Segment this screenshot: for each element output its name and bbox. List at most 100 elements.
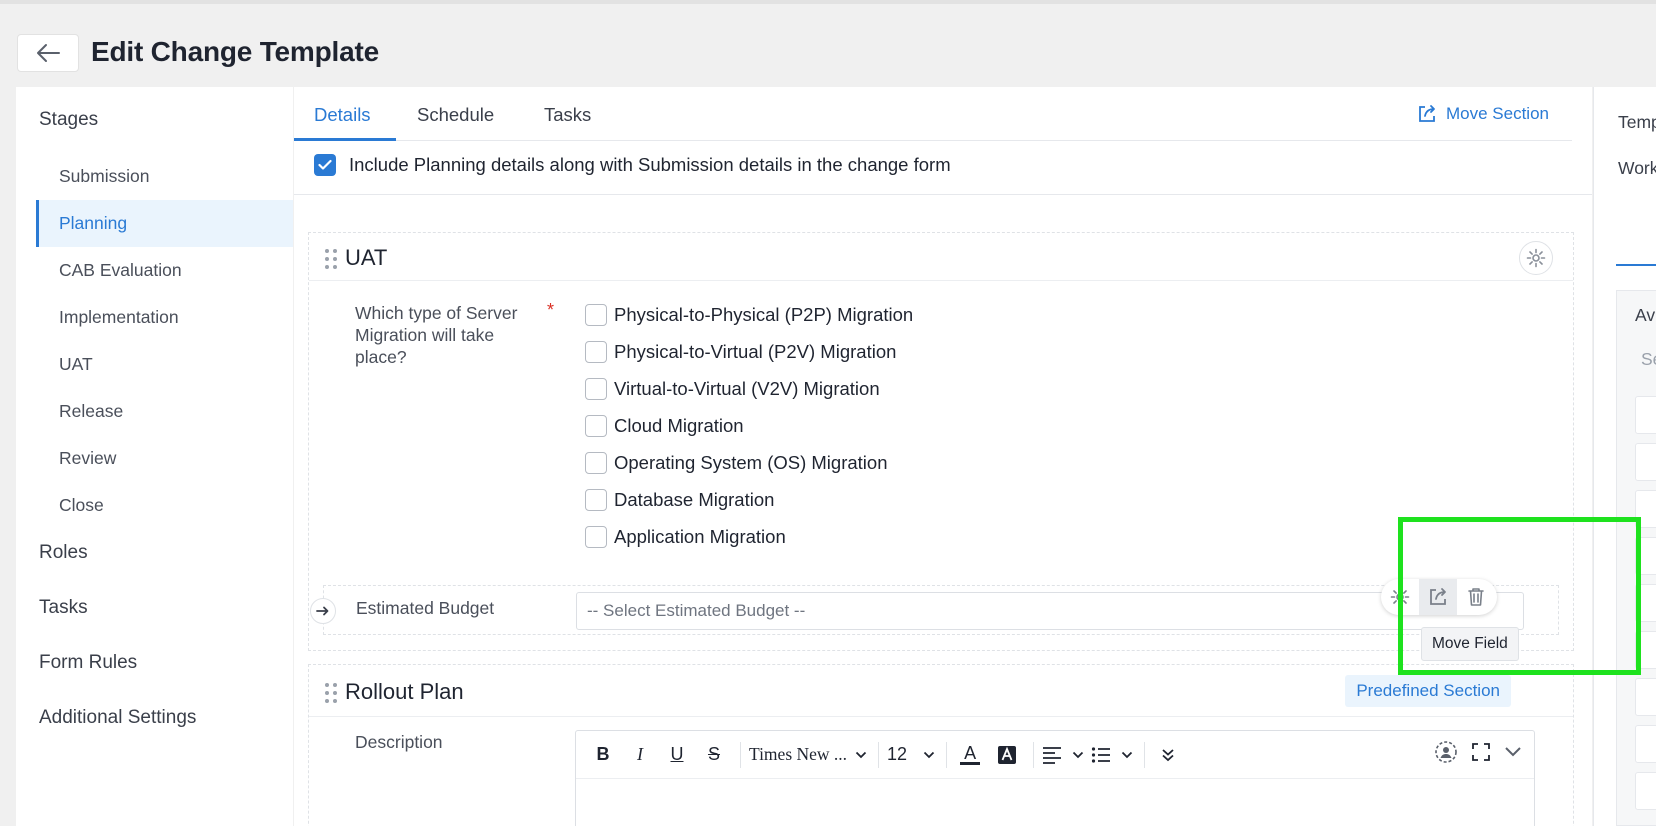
option-label: Physical-to-Virtual (P2V) Migration	[614, 341, 897, 362]
include-planning-checkbox[interactable]	[314, 154, 336, 176]
option-checkbox[interactable]	[585, 378, 607, 400]
toolbar-separator	[1144, 741, 1146, 768]
gear-icon	[1526, 248, 1546, 268]
include-planning-label: Include Planning details along with Subm…	[349, 154, 951, 175]
available-fields-search[interactable]: Se	[1641, 349, 1656, 370]
option-application[interactable]: Application Migration	[585, 526, 786, 548]
sidebar-item-cab-evaluation[interactable]: CAB Evaluation	[36, 247, 293, 294]
include-planning-row: Include Planning details along with Subm…	[314, 154, 951, 176]
italic-button[interactable]: I	[625, 740, 655, 770]
annotation-highlight-box	[1398, 517, 1641, 675]
available-field-item[interactable]	[1635, 725, 1656, 763]
chevron-down-icon	[1121, 751, 1133, 758]
option-database[interactable]: Database Migration	[585, 489, 774, 511]
align-left-icon	[1043, 746, 1062, 764]
chevron-down-icon	[1072, 751, 1084, 758]
strikethrough-button[interactable]: S	[699, 740, 729, 770]
option-label: Cloud Migration	[614, 415, 744, 436]
available-field-item[interactable]	[1635, 396, 1656, 434]
active-tab-indicator	[294, 138, 396, 141]
option-checkbox[interactable]	[585, 304, 607, 326]
sidebar-item-submission[interactable]: Submission	[36, 153, 293, 200]
option-p2p[interactable]: Physical-to-Physical (P2P) Migration	[585, 304, 913, 326]
arrow-left-icon	[37, 44, 60, 62]
arrow-right-icon	[316, 606, 329, 616]
right-panel-workflow-label: Work	[1618, 158, 1656, 178]
user-mention-icon[interactable]	[1434, 740, 1458, 764]
available-field-item[interactable]	[1635, 678, 1656, 716]
description-editor[interactable]: B I U S Times New ... 12 A	[575, 730, 1535, 826]
estimated-budget-row: Estimated Budget -- Select Estimated Bud…	[310, 585, 1559, 635]
option-v2v[interactable]: Virtual-to-Virtual (V2V) Migration	[585, 378, 880, 400]
sidebar-roles[interactable]: Roles	[39, 542, 88, 564]
rollout-section-header: Rollout Plan Predefined Section	[309, 665, 1573, 717]
sidebar-tasks[interactable]: Tasks	[39, 597, 88, 619]
option-checkbox[interactable]	[585, 341, 607, 363]
right-panel: Temp Work Av Se	[1593, 87, 1656, 826]
option-checkbox[interactable]	[585, 526, 607, 548]
bullet-list-icon	[1091, 746, 1111, 763]
drag-handle-icon[interactable]	[325, 683, 337, 703]
right-panel-tab-indicator	[1616, 264, 1656, 266]
option-os[interactable]: Operating System (OS) Migration	[585, 452, 887, 474]
section-settings-button[interactable]	[1519, 241, 1553, 275]
tab-tasks[interactable]: Tasks	[544, 104, 591, 126]
back-button[interactable]	[17, 34, 79, 72]
top-border	[0, 0, 1656, 4]
sidebar-item-release[interactable]: Release	[36, 388, 293, 435]
checkmark-icon	[318, 159, 332, 170]
estimated-budget-label: Estimated Budget	[356, 598, 495, 618]
drag-handle-icon[interactable]	[325, 249, 337, 269]
sidebar-additional-settings[interactable]: Additional Settings	[39, 707, 196, 729]
font-color-button[interactable]: A	[955, 740, 985, 770]
option-checkbox[interactable]	[585, 415, 607, 437]
bold-button[interactable]: B	[588, 740, 618, 770]
section-title: Rollout Plan	[345, 679, 464, 704]
list-select[interactable]	[1091, 740, 1133, 770]
tab-schedule[interactable]: Schedule	[417, 104, 494, 126]
option-label: Physical-to-Physical (P2P) Migration	[614, 304, 914, 325]
available-field-item[interactable]	[1635, 772, 1656, 810]
tab-bar: Details Schedule Tasks Move Section	[294, 87, 1572, 141]
sidebar-item-review[interactable]: Review	[36, 435, 293, 482]
section-title: UAT	[345, 245, 388, 270]
tab-details[interactable]: Details	[314, 104, 371, 126]
available-field-item[interactable]	[1635, 443, 1656, 481]
stages-heading[interactable]: Stages	[39, 109, 98, 131]
highlight-color-button[interactable]	[992, 740, 1022, 770]
editor-toolbar-right	[1434, 740, 1522, 764]
fullscreen-icon[interactable]	[1472, 743, 1490, 761]
chevron-down-icon	[855, 751, 867, 758]
toolbar-separator	[946, 741, 948, 768]
underline-button[interactable]: U	[662, 740, 692, 770]
chevron-down-icon[interactable]	[1504, 746, 1522, 758]
sidebar-item-close[interactable]: Close	[36, 482, 293, 529]
font-size-select[interactable]: 12	[887, 740, 935, 770]
divider	[294, 194, 1592, 195]
double-chevron-down-icon	[1162, 748, 1174, 761]
option-label: Database Migration	[614, 489, 775, 510]
chevron-down-icon	[923, 751, 935, 758]
highlight-icon	[998, 745, 1017, 764]
rollout-plan-section: Rollout Plan Predefined Section Descript…	[308, 664, 1574, 826]
sidebar-item-uat[interactable]: UAT	[36, 341, 293, 388]
stages-sidebar: Stages Submission Planning CAB Evaluatio…	[16, 87, 293, 826]
font-color-glyph: A	[964, 743, 977, 763]
font-size-value: 12	[887, 744, 908, 764]
option-cloud[interactable]: Cloud Migration	[585, 415, 744, 437]
option-checkbox[interactable]	[585, 452, 607, 474]
font-family-select[interactable]: Times New ...	[749, 740, 867, 770]
option-p2v[interactable]: Physical-to-Virtual (P2V) Migration	[585, 341, 896, 363]
more-options-button[interactable]	[1153, 740, 1183, 770]
move-section-label: Move Section	[1446, 104, 1549, 123]
field-move-handle[interactable]	[310, 598, 336, 624]
move-section-button[interactable]: Move Section	[1416, 103, 1549, 125]
sidebar-item-planning[interactable]: Planning	[36, 200, 293, 247]
sidebar-form-rules[interactable]: Form Rules	[39, 652, 137, 674]
uat-section: UAT Which type of Server Migration will …	[308, 232, 1574, 661]
migration-type-label: Which type of Server Migration will take…	[355, 303, 518, 367]
sidebar-item-implementation[interactable]: Implementation	[36, 294, 293, 341]
option-checkbox[interactable]	[585, 489, 607, 511]
option-label: Application Migration	[614, 526, 786, 547]
align-select[interactable]	[1042, 740, 1084, 770]
